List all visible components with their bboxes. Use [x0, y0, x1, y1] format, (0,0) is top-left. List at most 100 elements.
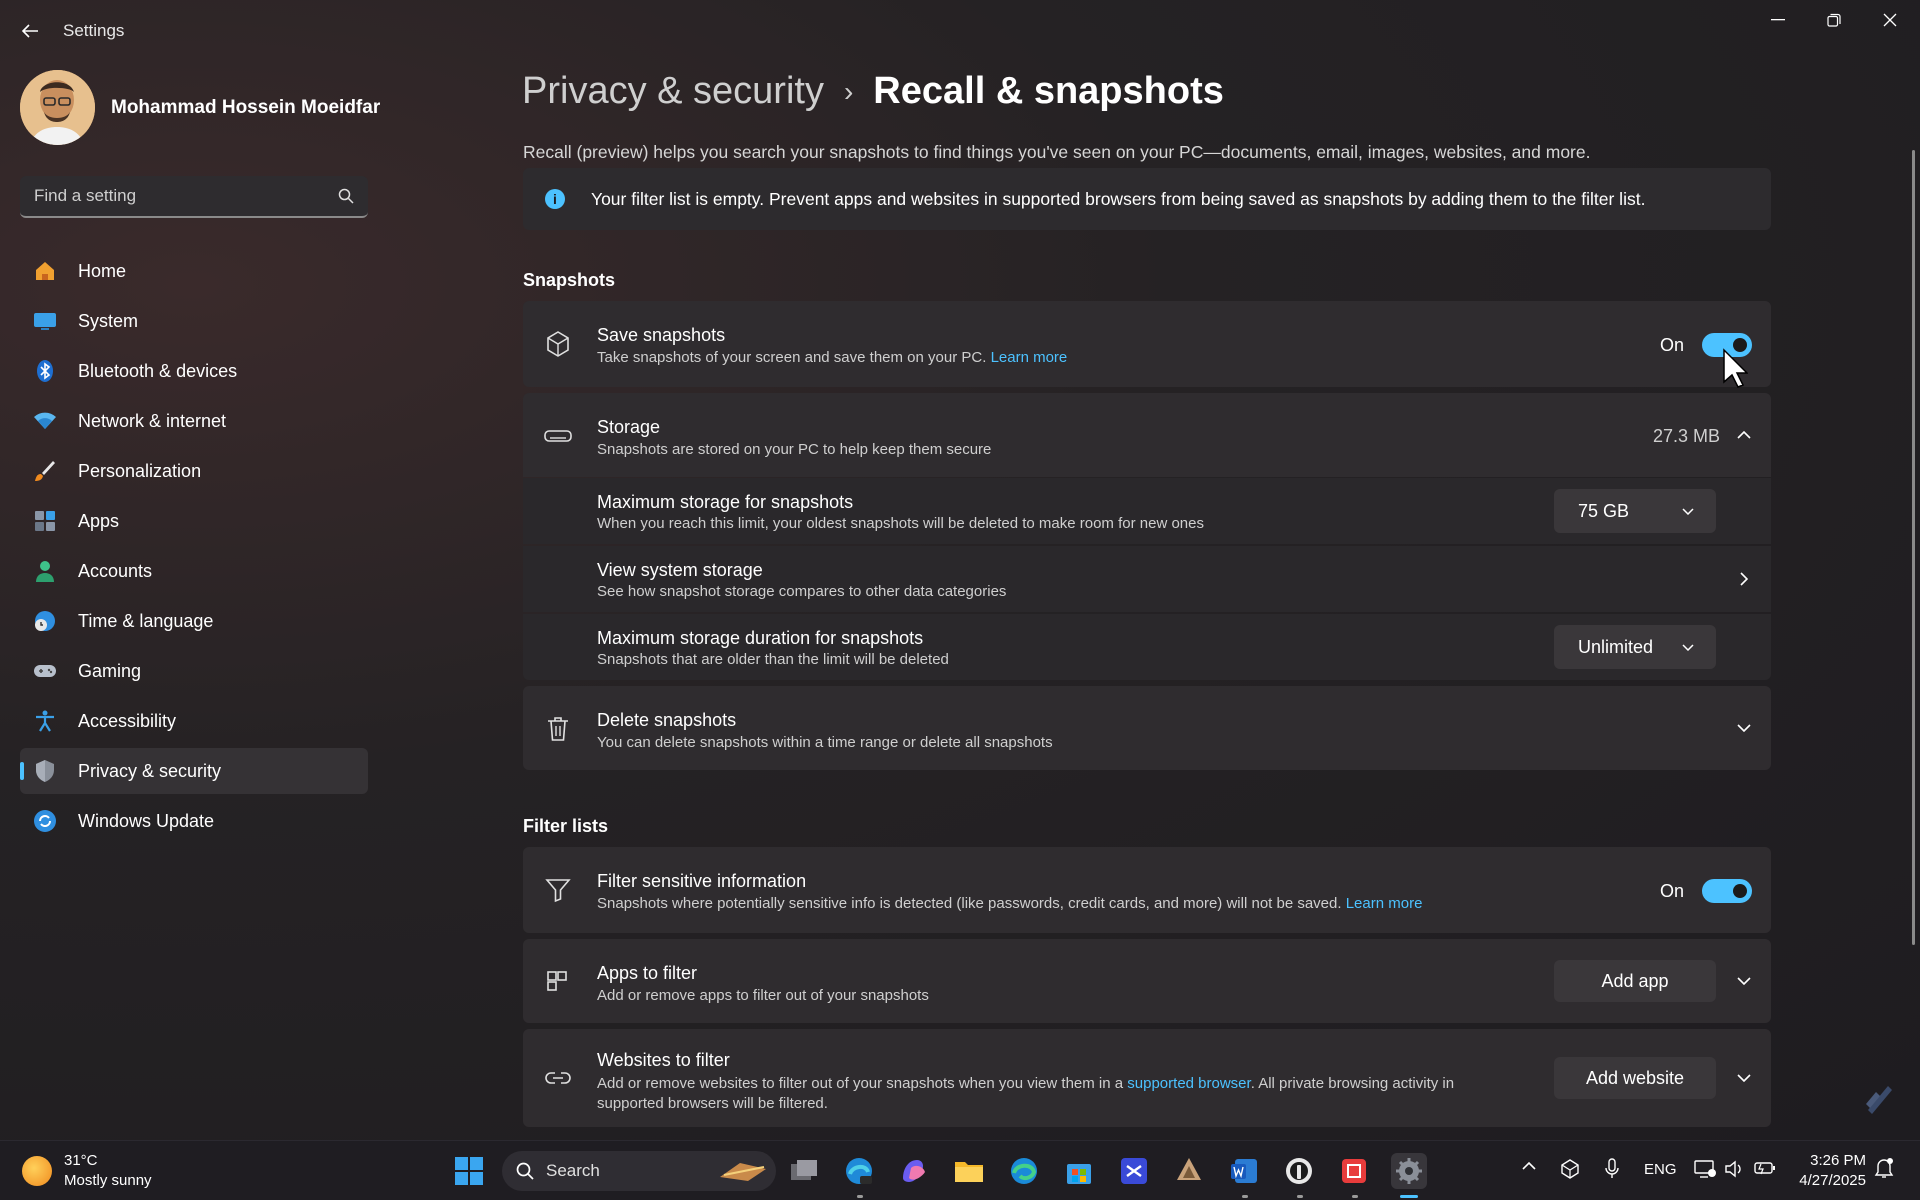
sidebar-item-label: Gaming	[78, 660, 142, 681]
chevron-down-icon[interactable]	[1732, 1066, 1756, 1090]
websites-to-filter-row: Websites to filter Add or remove website…	[523, 1029, 1771, 1127]
language-indicator[interactable]: ENG	[1644, 1161, 1677, 1178]
learn-more-link[interactable]: Learn more	[1346, 895, 1423, 912]
update-icon	[32, 808, 58, 834]
word-icon[interactable]	[1226, 1153, 1262, 1189]
chevron-down-icon[interactable]	[1732, 969, 1756, 993]
scrollbar[interactable]	[1912, 150, 1915, 945]
info-icon: i	[545, 189, 565, 209]
running-indicator	[1352, 1195, 1358, 1198]
view-system-storage-row[interactable]: View system storage See how snapshot sto…	[523, 546, 1771, 612]
sidebar-item-accounts[interactable]: Accounts	[20, 548, 368, 594]
microsoft-store-icon[interactable]	[1061, 1153, 1097, 1189]
mouse-cursor-icon	[1723, 348, 1748, 388]
row-description-text: Add or remove websites to filter out of …	[597, 1075, 1124, 1092]
sidebar-item-network[interactable]: Network & internet	[20, 398, 368, 444]
close-button[interactable]	[1862, 0, 1918, 40]
supported-browser-link[interactable]: supported browser	[1127, 1075, 1250, 1092]
info-bar-text: Your filter list is empty. Prevent apps …	[591, 188, 1646, 209]
row-description-text: . All private browsing activity in	[1250, 1075, 1455, 1092]
max-storage-dropdown[interactable]: 75 GB	[1554, 489, 1716, 533]
restore-icon	[1827, 13, 1841, 27]
restore-button[interactable]	[1806, 0, 1862, 40]
bluetooth-icon	[32, 358, 58, 384]
wifi-icon	[32, 408, 58, 434]
settings-window: Settings Mohammad Hossein Moeidfar Find …	[0, 0, 1920, 1140]
edge-beta-icon[interactable]	[841, 1153, 877, 1189]
app-title: Settings	[63, 21, 125, 40]
taskbar: 31°C Mostly sunny Search ENG 3:26 PM 4/2…	[0, 1140, 1920, 1200]
sidebar-item-apps[interactable]: Apps	[20, 498, 368, 544]
taskbar-clock[interactable]: 3:26 PM 4/27/2025	[1796, 1151, 1866, 1191]
sidebar-item-label: Network & internet	[78, 410, 227, 431]
sidebar-item-bluetooth[interactable]: Bluetooth & devices	[20, 348, 368, 394]
volume-icon[interactable]	[1724, 1159, 1744, 1183]
clock-date: 4/27/2025	[1799, 1172, 1866, 1189]
row-title: Filter sensitive information	[597, 871, 807, 891]
snipping-tool-icon[interactable]	[1336, 1153, 1372, 1189]
home-icon	[32, 258, 58, 284]
settings-search[interactable]	[20, 176, 368, 218]
search-icon	[516, 1162, 534, 1180]
taskbar-search-label: Search	[546, 1161, 600, 1180]
page-title: Recall & snapshots	[873, 70, 1224, 112]
learn-more-link[interactable]: Learn more	[991, 349, 1068, 366]
user-profile[interactable]: Mohammad Hossein Moeidfar	[20, 70, 380, 145]
sidebar-nav: Home System Bluetooth & devices Network …	[20, 248, 368, 848]
sidebar-item-windows-update[interactable]: Windows Update	[20, 798, 368, 844]
windows-logo-icon	[455, 1157, 483, 1185]
copilot-icon[interactable]	[896, 1153, 932, 1189]
chevron-up-icon[interactable]	[1732, 423, 1756, 447]
microphone-icon[interactable]	[1605, 1158, 1619, 1184]
sidebar-item-gaming[interactable]: Gaming	[20, 648, 368, 694]
file-explorer-icon[interactable]	[951, 1153, 987, 1189]
section-title-snapshots: Snapshots	[523, 270, 616, 290]
weather-widget[interactable]: 31°C Mostly sunny	[22, 1151, 152, 1191]
storage-drive-icon	[543, 421, 573, 451]
battery-icon[interactable]	[1754, 1161, 1776, 1179]
task-view-icon[interactable]	[786, 1153, 822, 1189]
row-title: Save snapshots	[597, 325, 726, 345]
breadcrumb-parent-link[interactable]: Privacy & security	[522, 70, 824, 113]
brush-icon	[32, 458, 58, 484]
sidebar-item-system[interactable]: System	[20, 298, 368, 344]
edge-icon[interactable]	[1006, 1153, 1042, 1189]
display-network-icon[interactable]	[1694, 1159, 1716, 1183]
storage-used-value: 27.3 MB	[1653, 426, 1721, 446]
sidebar-item-personalization[interactable]: Personalization	[20, 448, 368, 494]
search-input[interactable]	[34, 186, 338, 206]
password-manager-icon[interactable]	[1281, 1153, 1317, 1189]
toggle-state-label: On	[1660, 335, 1685, 355]
sidebar-item-time-language[interactable]: Time & language	[20, 598, 368, 644]
clock-time: 3:26 PM	[1810, 1152, 1866, 1169]
row-title: View system storage	[597, 560, 763, 580]
system-icon	[32, 308, 58, 334]
notification-bell-icon[interactable]	[1874, 1157, 1894, 1183]
taskbar-search[interactable]: Search	[502, 1151, 776, 1191]
sidebar-item-privacy-security[interactable]: Privacy & security	[20, 748, 368, 794]
chevron-up-icon[interactable]	[1522, 1157, 1536, 1174]
back-button[interactable]	[14, 16, 46, 46]
start-button[interactable]	[451, 1153, 487, 1189]
storage-row[interactable]: Storage Snapshots are stored on your PC …	[523, 393, 1771, 477]
sidebar-item-accessibility[interactable]: Accessibility	[20, 698, 368, 744]
breadcrumb: Privacy & security › Recall & snapshots	[522, 70, 1224, 113]
row-title: Maximum storage duration for snapshots	[597, 628, 924, 648]
minimize-button[interactable]	[1750, 0, 1806, 40]
chevron-down-icon[interactable]	[1732, 716, 1756, 740]
sidebar-item-label: Apps	[78, 510, 120, 531]
row-description: Take snapshots of your screen and save t…	[597, 349, 1067, 366]
affinity-app-icon[interactable]	[1171, 1153, 1207, 1189]
sidebar-item-home[interactable]: Home	[20, 248, 368, 294]
filter-sensitive-toggle[interactable]	[1702, 879, 1752, 903]
add-app-button[interactable]: Add app	[1554, 960, 1716, 1002]
gamepad-icon	[32, 658, 58, 684]
visual-studio-icon[interactable]	[1116, 1153, 1152, 1189]
delete-snapshots-row[interactable]: Delete snapshots You can delete snapshot…	[523, 686, 1771, 770]
weather-text: 31°C Mostly sunny	[64, 1151, 152, 1191]
row-title: Delete snapshots	[597, 710, 737, 730]
max-duration-dropdown[interactable]: Unlimited	[1554, 625, 1716, 669]
recall-tray-icon[interactable]	[1560, 1159, 1580, 1183]
settings-app-icon[interactable]	[1391, 1153, 1427, 1189]
add-website-button[interactable]: Add website	[1554, 1057, 1716, 1099]
